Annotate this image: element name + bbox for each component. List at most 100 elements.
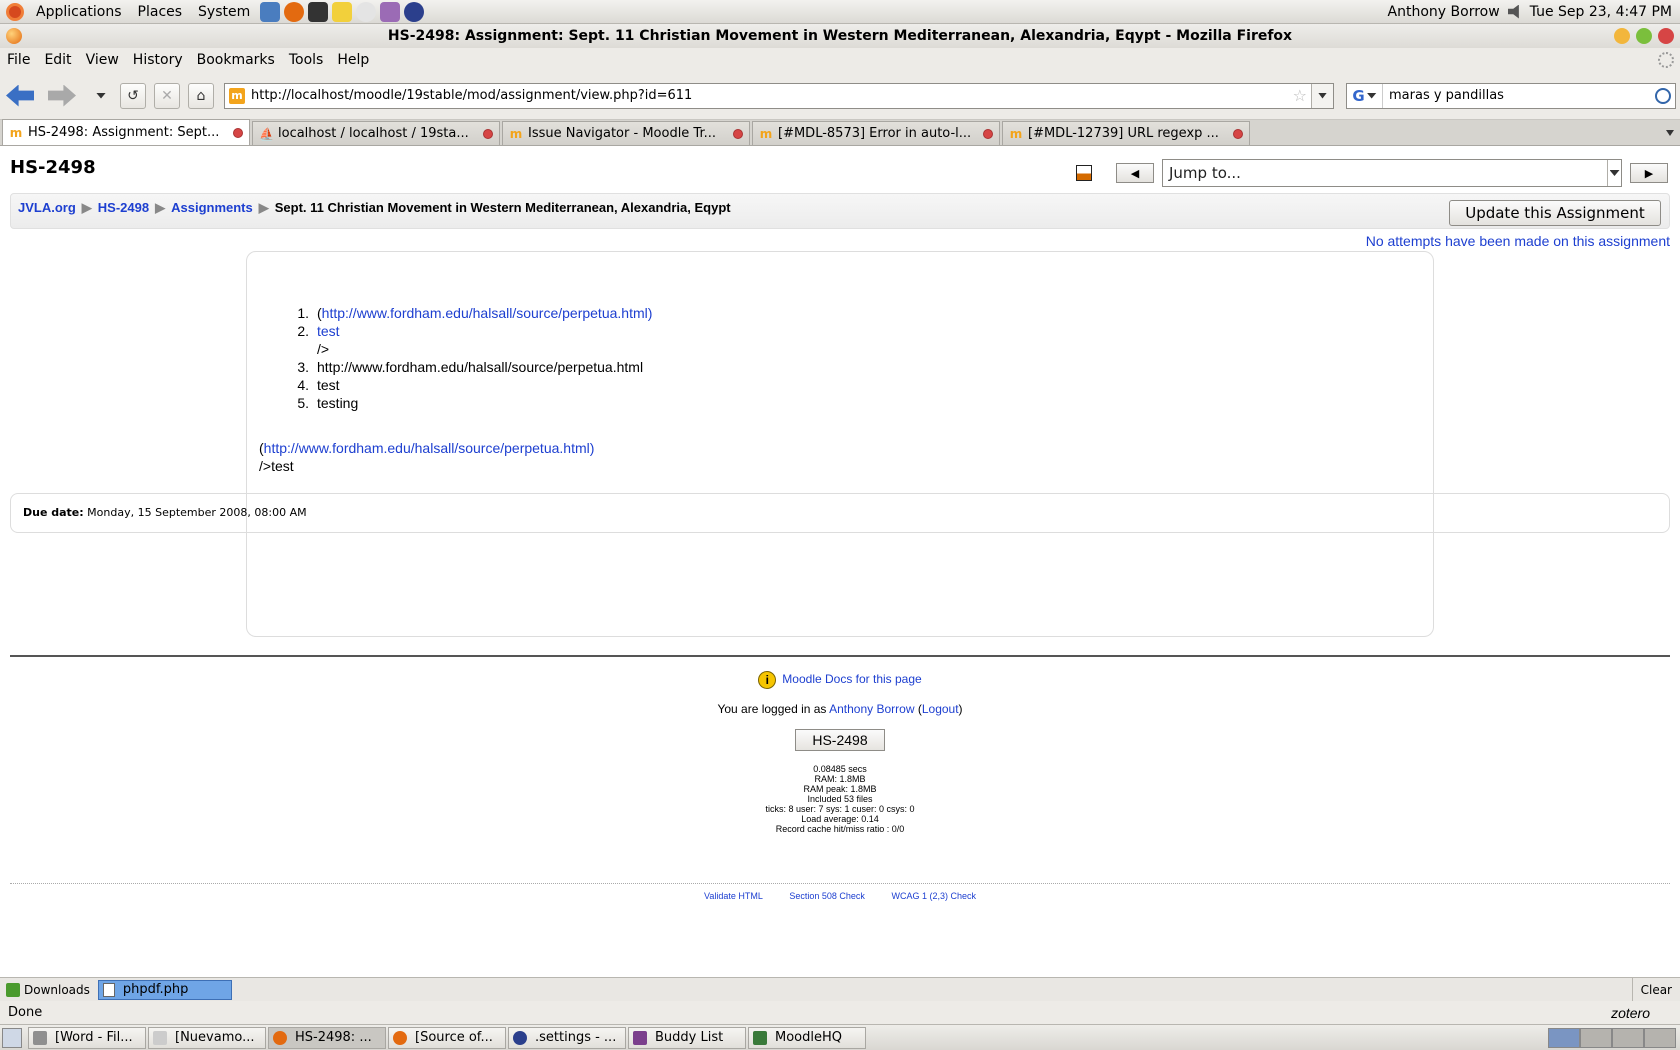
logs-icon[interactable] [1076,165,1092,181]
history-dropdown-button[interactable] [90,80,112,112]
downloads-bar: Downloads phpdf.php Clear [0,977,1680,1002]
mail-launcher-icon[interactable] [356,1,377,22]
chevron-down-icon [1318,92,1327,99]
applications-menu[interactable]: Applications [28,4,130,20]
close-tab-icon[interactable] [983,128,993,139]
search-engine-selector[interactable]: G [1347,83,1383,108]
zotero-button[interactable]: zotero [1611,1005,1650,1021]
terminal-launcher-icon[interactable] [308,1,329,22]
next-activity-button[interactable]: ▶ [1630,163,1668,183]
download-filename: phpdf.php [122,982,189,997]
intro-link[interactable]: test [317,322,340,340]
close-window-button[interactable] [1658,28,1674,44]
menu-help[interactable]: Help [330,52,376,68]
moodle-docs-link[interactable]: Moodle Docs for this page [782,672,921,686]
search-bar[interactable]: G maras y pandillas [1346,82,1676,109]
workspace-3[interactable] [1612,1027,1644,1048]
user-profile-link[interactable]: Anthony Borrow [829,702,914,716]
tab-mdl-12739[interactable]: m [#MDL-12739] URL regexp ... [1002,121,1250,145]
search-input[interactable]: maras y pandillas [1383,88,1655,103]
moodle-favicon-icon: m [9,125,23,140]
launcher-icon[interactable] [260,1,281,22]
firefox-icon [393,1030,407,1045]
validate-html-link[interactable]: Validate HTML [704,891,763,901]
due-date-value: Monday, 15 September 2008, 08:00 AM [87,506,307,519]
url-text[interactable]: http://localhost/moodle/19stable/mod/ass… [251,88,1293,103]
url-dropdown-button[interactable] [1311,83,1333,108]
menu-edit[interactable]: Edit [37,52,78,68]
taskbar-item[interactable]: .settings - ... [508,1026,626,1049]
intro-text: />test [259,458,294,474]
workspace-1[interactable] [1548,1027,1580,1048]
bookmark-star-icon[interactable]: ☆ [1293,86,1307,105]
clock[interactable]: Tue Sep 23, 4:47 PM [1530,4,1672,20]
places-menu[interactable]: Places [130,4,191,20]
ubuntu-logo-icon[interactable] [6,2,24,21]
intro-list: 1.(http://www.fordham.edu/halsall/source… [287,304,652,412]
notes-launcher-icon[interactable] [332,1,353,22]
firefox-launcher-icon[interactable] [284,1,305,22]
clear-downloads-button[interactable]: Clear [1631,977,1680,1002]
download-item[interactable]: phpdf.php [97,979,232,1000]
tab-phpmyadmin[interactable]: ⛵ localhost / localhost / 19sta... [252,121,500,145]
triangle-right-icon: ▶ [1644,166,1654,180]
attempts-link[interactable]: No attempts have been made on this assig… [1366,233,1670,249]
section-508-link[interactable]: Section 508 Check [789,891,865,901]
intro-link[interactable]: http://www.fordham.edu/halsall/source/pe… [322,304,653,322]
taskbar-item[interactable]: Buddy List [628,1026,746,1049]
taskbar-item[interactable]: MoodleHQ [748,1026,866,1049]
taskbar-item[interactable]: [Word - Fil... [28,1026,146,1049]
menu-view[interactable]: View [79,52,126,68]
close-tab-icon[interactable] [233,127,243,138]
workspace-2[interactable] [1580,1027,1612,1048]
tab-hs2498[interactable]: m HS-2498: Assignment: Sept... [2,119,250,145]
back-button[interactable] [6,80,34,112]
window-icon [33,1030,47,1045]
menu-bookmarks[interactable]: Bookmarks [190,52,282,68]
user-name[interactable]: Anthony Borrow [1388,4,1500,20]
close-tab-icon[interactable] [1233,128,1243,139]
jump-to-select[interactable]: Jump to... [1162,159,1622,187]
breadcrumb-bar: JVLA.org ▶ HS-2498 ▶ Assignments ▶ Sept.… [10,193,1670,229]
tab-list-button[interactable] [1660,121,1680,145]
breadcrumb-site[interactable]: JVLA.org [18,200,76,216]
workspace-4[interactable] [1644,1027,1676,1048]
tab-mdl-8573[interactable]: m [#MDL-8573] Error in auto-l... [752,121,1000,145]
close-tab-icon[interactable] [733,128,743,139]
forward-button[interactable] [48,80,76,112]
reload-button[interactable]: ↺ [120,82,146,109]
menu-tools[interactable]: Tools [282,52,331,68]
menu-history[interactable]: History [126,52,190,68]
jump-dropdown-button[interactable] [1607,160,1621,186]
menu-file[interactable]: File [0,52,37,68]
docs-link-row: i Moodle Docs for this page [0,671,1680,689]
url-bar[interactable]: m http://localhost/moodle/19stable/mod/a… [224,82,1334,109]
eclipse-launcher-icon[interactable] [404,1,425,22]
pidgin-launcher-icon[interactable] [380,1,401,22]
volume-icon[interactable] [1507,4,1519,19]
wcag-link[interactable]: WCAG 1 (2,3) Check [891,891,976,901]
search-icon[interactable] [1655,87,1671,104]
show-desktop-icon[interactable] [2,1027,22,1048]
home-button[interactable]: ⌂ [188,82,214,109]
downloads-label[interactable]: Downloads [24,983,90,997]
close-tab-icon[interactable] [483,128,493,139]
system-menu[interactable]: System [190,4,258,20]
stop-button[interactable]: ✕ [154,82,180,109]
previous-activity-button[interactable]: ◀ [1116,163,1154,183]
breadcrumb-assignments[interactable]: Assignments [171,200,253,216]
taskbar-item-active[interactable]: HS-2498: ... [268,1026,386,1049]
breadcrumb-course[interactable]: HS-2498 [98,200,149,216]
taskbar-item[interactable]: [Source of... [388,1026,506,1049]
tab-issue-navigator[interactable]: m Issue Navigator - Moodle Tr... [502,121,750,145]
logout-link[interactable]: Logout [922,702,959,716]
tab-label: [#MDL-8573] Error in auto-l... [778,126,972,141]
maximize-button[interactable] [1636,28,1652,44]
header-tools: ◀ Jump to... ▶ [1076,159,1668,187]
intro-link[interactable]: http://www.fordham.edu/halsall/source/pe… [264,440,595,456]
navigation-toolbar: ↺ ✕ ⌂ m http://localhost/moodle/19stable… [0,72,1680,120]
update-assignment-button[interactable]: Update this Assignment [1449,200,1661,226]
taskbar-item[interactable]: [Nuevamo... [148,1026,266,1049]
course-home-button[interactable]: HS-2498 [795,729,885,751]
minimize-button[interactable] [1614,28,1630,44]
